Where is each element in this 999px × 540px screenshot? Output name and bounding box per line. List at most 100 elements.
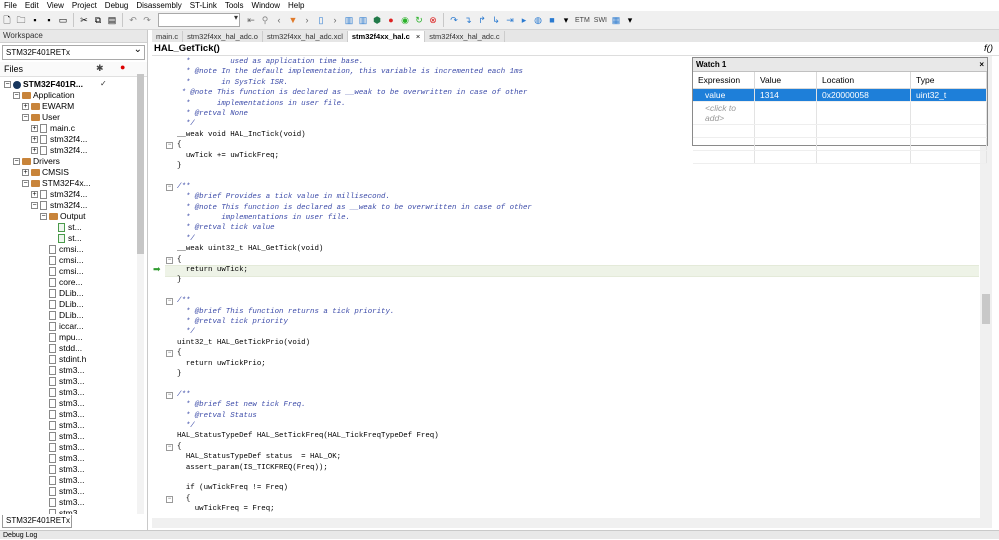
expand-icon[interactable]: + [31,147,38,154]
step-into-icon[interactable]: ↴ [462,14,474,26]
step-out-icon[interactable]: ↱ [476,14,488,26]
scrollbar-thumb[interactable] [137,74,144,254]
tree-item[interactable]: st... [49,233,82,244]
fold-icon[interactable]: − [166,256,173,264]
watch-row[interactable]: value 1314 0x20000058 uint32_t [693,88,987,102]
tree-item[interactable]: stm3... [40,475,85,486]
editor-tab[interactable]: stm32f4xx_hal_adc.o [183,31,263,42]
tree-item[interactable]: cmsi... [40,255,84,266]
fold-icon[interactable]: − [166,495,173,503]
tree-item[interactable]: − User [22,112,60,123]
tree-item[interactable]: − Output [40,211,86,222]
editor-tab[interactable]: main.c [152,31,184,42]
tree-item[interactable]: − STM32F4x... [22,178,91,189]
tree-item[interactable]: stm3... [40,453,85,464]
tree-item[interactable]: cmsi... [40,266,84,277]
fold-icon[interactable]: − [166,142,173,150]
compile-icon[interactable]: ▥ [343,14,355,26]
code-line[interactable]: uwTick += uwTickFreq; [177,151,279,161]
editor-tab[interactable]: stm32f4xx_hal.c × [347,31,426,42]
dropdown-icon[interactable]: ▾ [560,14,572,26]
go-icon[interactable]: ▸ [518,14,530,26]
navigate-forward-icon[interactable]: › [301,14,313,26]
etm-label[interactable]: ETM [575,17,590,24]
tree-item[interactable]: + EWARM [22,101,74,112]
code-line[interactable]: * @note This function is declared as __w… [177,203,532,213]
code-line[interactable]: /** [177,182,190,192]
tree-item[interactable]: iccar... [40,321,84,332]
debug-log-icon[interactable]: ▦ [610,14,622,26]
fold-icon[interactable]: − [166,298,173,306]
code-line[interactable]: } [177,275,181,285]
menu-item[interactable]: Help [284,0,308,11]
swi-label[interactable]: SWI [594,17,607,24]
tree-item[interactable]: stm3... [40,431,85,442]
watch-add-row[interactable]: <click to add> [693,101,987,125]
stop-debug-icon[interactable]: ⊗ [427,14,439,26]
collapse-icon[interactable]: − [13,92,20,99]
tree-item[interactable]: stm3... [40,508,85,514]
tree-item[interactable]: stm3... [40,387,85,398]
workspace-tab[interactable]: STM32F401RETx [2,515,72,528]
tree-item[interactable]: + stm32f4... [31,189,87,200]
code-line[interactable]: { [177,140,181,150]
code-line[interactable]: * @brief Provides a tick value in millis… [177,192,390,202]
make-icon[interactable]: ▥ [357,14,369,26]
code-line[interactable]: { [177,348,181,358]
menu-item[interactable]: Project [68,0,101,11]
save-all-icon[interactable]: ▪ [43,14,55,26]
column-header-expression[interactable]: Expression [693,72,755,89]
function-bar[interactable]: HAL_GetTick() f() [152,42,999,56]
tree-item[interactable]: − STM32F401R... [4,79,83,90]
code-line[interactable]: * @brief This function returns a tick pr… [177,307,394,317]
code-line[interactable]: /** [177,390,190,400]
tree-item[interactable]: − Drivers [13,156,60,167]
column-header-type[interactable]: Type [910,72,987,89]
run-to-cursor-icon[interactable]: ⇥ [504,14,516,26]
collapse-icon[interactable]: − [13,158,20,165]
code-line[interactable]: if (uwTickFreq != Freq) [177,483,288,493]
tree-item[interactable]: stdd... [40,343,82,354]
code-line[interactable]: return uwTick; [177,265,248,275]
tree-item[interactable]: + main.c [31,123,75,134]
close-tab-icon[interactable]: × [416,32,420,41]
dropdown-icon[interactable]: ▾ [624,14,636,26]
code-line[interactable]: return uwTickPrio; [177,359,266,369]
code-line[interactable]: * in SysTick ISR. [177,78,288,88]
collapse-icon[interactable]: − [22,114,29,121]
tree-item[interactable]: stm3... [40,420,85,431]
open-icon[interactable]: 🗀 [15,14,27,26]
watch-expression[interactable]: value [693,88,755,102]
code-line[interactable]: */ [177,421,195,431]
search-prev-icon[interactable]: ⇤ [245,14,257,26]
code-line[interactable]: uint32_t HAL_GetTickPrio(void) [177,338,310,348]
tree-item[interactable]: stdint.h [40,354,86,365]
find-combo[interactable] [158,13,240,27]
undo-icon[interactable]: ↶ [127,14,139,26]
code-line[interactable]: */ [177,327,195,337]
tree-item[interactable]: − stm32f4... [31,200,87,211]
collapse-icon[interactable]: − [40,213,47,220]
tree-item[interactable]: DLib... [40,288,84,299]
collapse-icon[interactable]: − [31,202,38,209]
editor-tab[interactable]: stm32f4xx_hal_adc.xcl [263,31,348,42]
print-icon[interactable]: ▭ [57,14,69,26]
tree-item[interactable]: + CMSIS [22,167,69,178]
code-line[interactable]: HAL_StatusTypeDef status = HAL_OK; [177,452,341,462]
menu-item[interactable]: Tools [221,0,248,11]
tree-item[interactable]: stm3... [40,497,85,508]
paste-icon[interactable]: ▤ [106,14,118,26]
configuration-select[interactable]: STM32F401RETx [2,43,145,60]
code-line[interactable]: */ [177,119,195,129]
workspace-scrollbar[interactable] [137,74,144,514]
tree-item[interactable]: DLib... [40,299,84,310]
click-to-add[interactable]: <click to add> [693,101,755,125]
editor-horizontal-scrollbar[interactable] [152,518,980,528]
stop-build-icon[interactable]: ⬢ [371,14,383,26]
tree-item[interactable]: − Application [13,90,75,101]
menu-item[interactable]: Window [248,0,284,11]
tree-item[interactable]: stm3... [40,409,85,420]
mark-icon[interactable]: ▯ [315,14,327,26]
redo-icon[interactable]: ↷ [141,14,153,26]
copy-icon[interactable]: ⧉ [92,14,104,26]
